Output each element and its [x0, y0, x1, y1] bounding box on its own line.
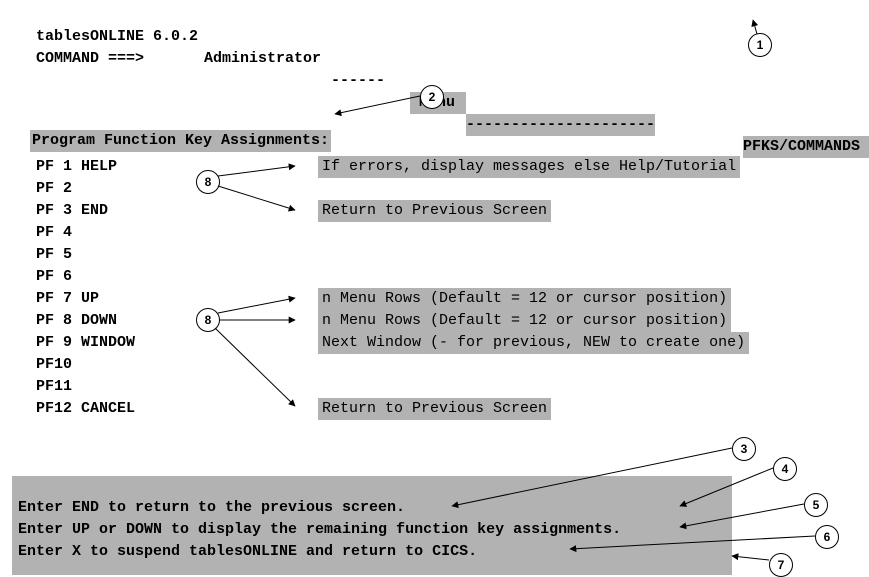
pf-row: PF 7 UP n Menu Rows (Default = 12 or curs… — [18, 288, 851, 310]
pf-row: PF 4 — [18, 222, 851, 244]
instruction-2: Enter UP or DOWN to display the remainin… — [18, 519, 621, 541]
pf-label: PF 4 — [36, 222, 72, 244]
pf-label: PF12 CANCEL — [36, 398, 135, 420]
pf-row: PF12 CANCEL Return to Previous Screen — [18, 398, 851, 420]
pf-row: PF 6 — [18, 266, 851, 288]
subtitle-text: Program Function Key Assignments: — [30, 130, 331, 152]
callout-7: 7 — [769, 553, 793, 577]
command-line: COMMAND ===> — [18, 26, 851, 48]
pf-row: PF 8 DOWN n Menu Rows (Default = 12 or cu… — [18, 310, 851, 332]
callout-6: 6 — [815, 525, 839, 549]
pf-label: PF 3 END — [36, 200, 108, 222]
instruction-3: Enter X to suspend tablesONLINE and retu… — [18, 541, 477, 563]
pf-label: PF 9 WINDOW — [36, 332, 135, 354]
instruction-1: Enter END to return to the previous scre… — [18, 497, 405, 519]
pfks-commands-label: PFKS/COMMANDS — [743, 136, 869, 158]
pf-description: If errors, display messages else Help/Tu… — [318, 156, 740, 178]
callout-2: 2 — [420, 85, 444, 109]
pf-row: PF 3 END Return to Previous Screen — [18, 200, 851, 222]
header-line: tablesONLINE 6.0.2 Administrator ------ … — [18, 4, 851, 26]
callout-3: 3 — [732, 437, 756, 461]
pf-label: PF 1 HELP — [36, 156, 117, 178]
pf-row: PF11 — [18, 376, 851, 398]
pf-label: PF 5 — [36, 244, 72, 266]
callout-1: 1 — [748, 33, 772, 57]
pf-label: PF10 — [36, 354, 72, 376]
pf-row: PF 5 — [18, 244, 851, 266]
callout-8b: 8 — [196, 308, 220, 332]
pf-row: PF 9 WINDOW Next Window (- for previous, … — [18, 332, 851, 354]
subtitle-row: Program Function Key Assignments: — [18, 108, 851, 130]
pf-description: Return to Previous Screen — [318, 398, 551, 420]
pf-description: n Menu Rows (Default = 12 or cursor posi… — [318, 288, 731, 310]
pf-label: PF 7 UP — [36, 288, 99, 310]
callout-4: 4 — [773, 457, 797, 481]
callout-8a: 8 — [196, 170, 220, 194]
pf-description: n Menu Rows (Default = 12 or cursor posi… — [318, 310, 731, 332]
pf-label: PF 8 DOWN — [36, 310, 117, 332]
pf-description: Next Window (- for previous, NEW to crea… — [318, 332, 749, 354]
pf-row: PF10 — [18, 354, 851, 376]
pf-label: PF 2 — [36, 178, 72, 200]
pf-label: PF 6 — [36, 266, 72, 288]
role-label: Administrator — [204, 48, 321, 70]
dash-left: ------ — [331, 70, 385, 92]
pf-row: PF 1 HELP If errors, display messages els… — [18, 156, 851, 178]
callout-5: 5 — [804, 493, 828, 517]
pf-description: Return to Previous Screen — [318, 200, 551, 222]
pf-label: PF11 — [36, 376, 72, 398]
command-label: COMMAND ===> — [36, 48, 144, 70]
pf-row: PF 2 — [18, 178, 851, 200]
